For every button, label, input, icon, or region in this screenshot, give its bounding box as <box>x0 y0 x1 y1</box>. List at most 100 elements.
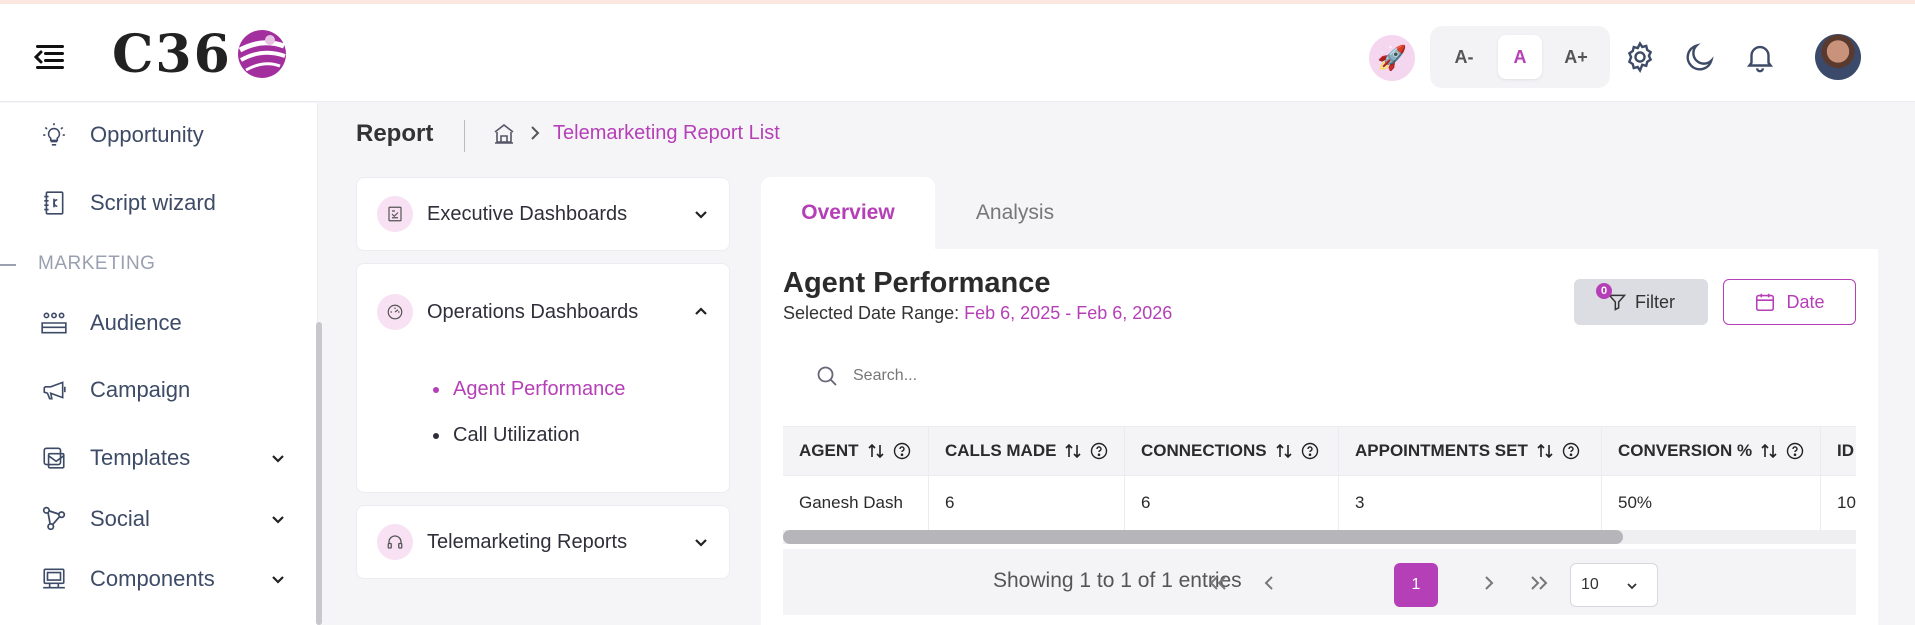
sidebar-item-label: Opportunity <box>90 122 204 147</box>
calendar-icon <box>1756 293 1775 312</box>
sidebar-item-components[interactable]: Components <box>38 559 288 599</box>
breadcrumb-divider <box>464 120 465 152</box>
next-page-button[interactable] <box>1469 563 1509 603</box>
gear-icon[interactable] <box>1623 40 1657 74</box>
previous-page-button[interactable] <box>1249 563 1289 603</box>
increase-font-button[interactable]: A+ <box>1554 35 1598 79</box>
sidebar-item-audience[interactable]: Audience <box>38 303 288 343</box>
decrease-font-button[interactable]: A- <box>1442 35 1486 79</box>
help-icon[interactable] <box>1786 442 1804 460</box>
date-button[interactable]: Date <box>1723 279 1856 325</box>
column-label: CALLS MADE <box>945 441 1057 460</box>
scrollbar-thumb[interactable] <box>783 530 1623 544</box>
column-label: CONVERSION % <box>1618 441 1753 460</box>
gauge-icon <box>377 294 413 330</box>
headset-icon <box>377 524 413 560</box>
sort-icon[interactable] <box>867 442 885 460</box>
card-title: Executive Dashboards <box>427 202 628 225</box>
table-row[interactable]: Ganesh Dash 6 6 3 50% 10 <box>783 476 1856 530</box>
rocket-icon[interactable]: 🚀 <box>1369 35 1415 81</box>
sidebar-item-label: Campaign <box>90 377 191 402</box>
executive-dashboards-header[interactable]: Executive Dashboards <box>377 196 711 232</box>
operations-dashboards-header[interactable]: Operations Dashboards <box>377 294 711 330</box>
date-label: Date <box>1786 291 1825 312</box>
cell-calls-made: 6 <box>929 476 1125 530</box>
sidebar-item-label: Social <box>90 506 150 531</box>
column-header-calls-made[interactable]: CALLS MADE <box>929 427 1125 475</box>
top-bar: C36 🚀 A- A A+ <box>0 0 1915 102</box>
user-avatar[interactable] <box>1815 34 1861 80</box>
sort-icon[interactable] <box>1760 442 1778 460</box>
help-icon[interactable] <box>1090 442 1108 460</box>
tab-analysis[interactable]: Analysis <box>935 177 1095 249</box>
breadcrumb-current[interactable]: Telemarketing Report List <box>553 122 780 145</box>
sidebar-item-label: Audience <box>90 310 182 335</box>
telemarketing-reports-header[interactable]: Telemarketing Reports <box>377 524 711 560</box>
menu-toggle-icon[interactable] <box>30 40 70 74</box>
templates-icon <box>38 442 70 474</box>
chevron-down-icon <box>695 539 707 547</box>
sidebar-item-social[interactable]: Social <box>38 499 288 539</box>
bullet <box>433 386 439 393</box>
date-range-label: Selected Date Range: <box>783 303 960 323</box>
nav-call-utilization[interactable]: Call Utilization <box>433 424 580 447</box>
cell-connections: 6 <box>1125 476 1339 530</box>
default-font-button[interactable]: A <box>1498 35 1542 79</box>
cell-conversion: 50% <box>1602 476 1821 530</box>
nav-agent-performance[interactable]: Agent Performance <box>433 378 625 401</box>
sidebar-item-script-wizard[interactable]: Script wizard <box>38 183 288 223</box>
column-header-id[interactable]: ID <box>1821 427 1856 475</box>
sidebar-item-opportunity[interactable]: Opportunity <box>38 115 288 155</box>
sidebar-scrollbar[interactable] <box>316 322 322 625</box>
operations-dashboards-card: Operations Dashboards Agent Performance … <box>356 263 730 493</box>
bell-icon[interactable] <box>1743 40 1777 74</box>
help-icon[interactable] <box>893 442 911 460</box>
table-header: AGENT CALLS MADE CONNECTIONS APPOINTMENT… <box>783 426 1856 476</box>
sort-icon[interactable] <box>1536 442 1554 460</box>
help-icon[interactable] <box>1301 442 1319 460</box>
page-size-value: 10 <box>1581 576 1599 593</box>
search-icon <box>817 366 837 386</box>
search-input[interactable] <box>853 367 1153 385</box>
help-icon[interactable] <box>1562 442 1580 460</box>
home-icon[interactable] <box>492 122 516 146</box>
column-header-conversion[interactable]: CONVERSION % <box>1602 427 1821 475</box>
page-title: Report <box>356 120 434 147</box>
first-page-button[interactable] <box>1198 563 1238 603</box>
column-header-appointments-set[interactable]: APPOINTMENTS SET <box>1339 427 1602 475</box>
sort-icon[interactable] <box>1275 442 1293 460</box>
data-table: AGENT CALLS MADE CONNECTIONS APPOINTMENT… <box>783 426 1856 544</box>
script-icon <box>38 187 70 219</box>
column-label: AGENT <box>799 441 859 460</box>
column-label: ID <box>1837 441 1854 460</box>
moon-icon[interactable] <box>1683 40 1717 74</box>
sidebar-item-campaign[interactable]: Campaign <box>38 370 288 410</box>
last-page-button[interactable] <box>1519 563 1559 603</box>
chevron-right-icon <box>1485 576 1494 590</box>
chevron-left-icon <box>1264 576 1273 590</box>
sidebar: Opportunity Script wizard MARKETING Audi… <box>0 103 318 625</box>
column-header-agent[interactable]: AGENT <box>783 427 929 475</box>
pagination: Showing 1 to 1 of 1 entries 1 10 <box>783 549 1856 615</box>
nav-label: Call Utilization <box>453 424 580 446</box>
page-size-select[interactable]: 10 <box>1570 563 1658 607</box>
nav-label: Agent Performance <box>453 378 626 400</box>
chevron-down-icon <box>695 211 707 219</box>
logo[interactable]: C36 <box>112 24 288 85</box>
social-icon <box>38 503 70 535</box>
audience-icon <box>38 307 70 339</box>
column-header-connections[interactable]: CONNECTIONS <box>1125 427 1339 475</box>
tab-overview[interactable]: Overview <box>761 177 935 249</box>
page-button-1[interactable]: 1 <box>1394 563 1438 607</box>
filter-label: Filter <box>1635 291 1675 312</box>
sidebar-item-label: Script wizard <box>90 190 216 215</box>
sidebar-item-templates[interactable]: Templates <box>38 438 288 478</box>
filter-button[interactable]: 0 Filter <box>1574 279 1708 325</box>
card-title: Operations Dashboards <box>427 300 639 323</box>
date-range: Selected Date Range: Feb 6, 2025 - Feb 6… <box>783 303 1172 324</box>
table-horizontal-scrollbar[interactable] <box>783 530 1856 544</box>
font-size-switcher: A- A A+ <box>1430 26 1610 88</box>
filter-count-badge: 0 <box>1596 283 1612 299</box>
sort-icon[interactable] <box>1064 442 1082 460</box>
megaphone-icon <box>38 374 70 406</box>
